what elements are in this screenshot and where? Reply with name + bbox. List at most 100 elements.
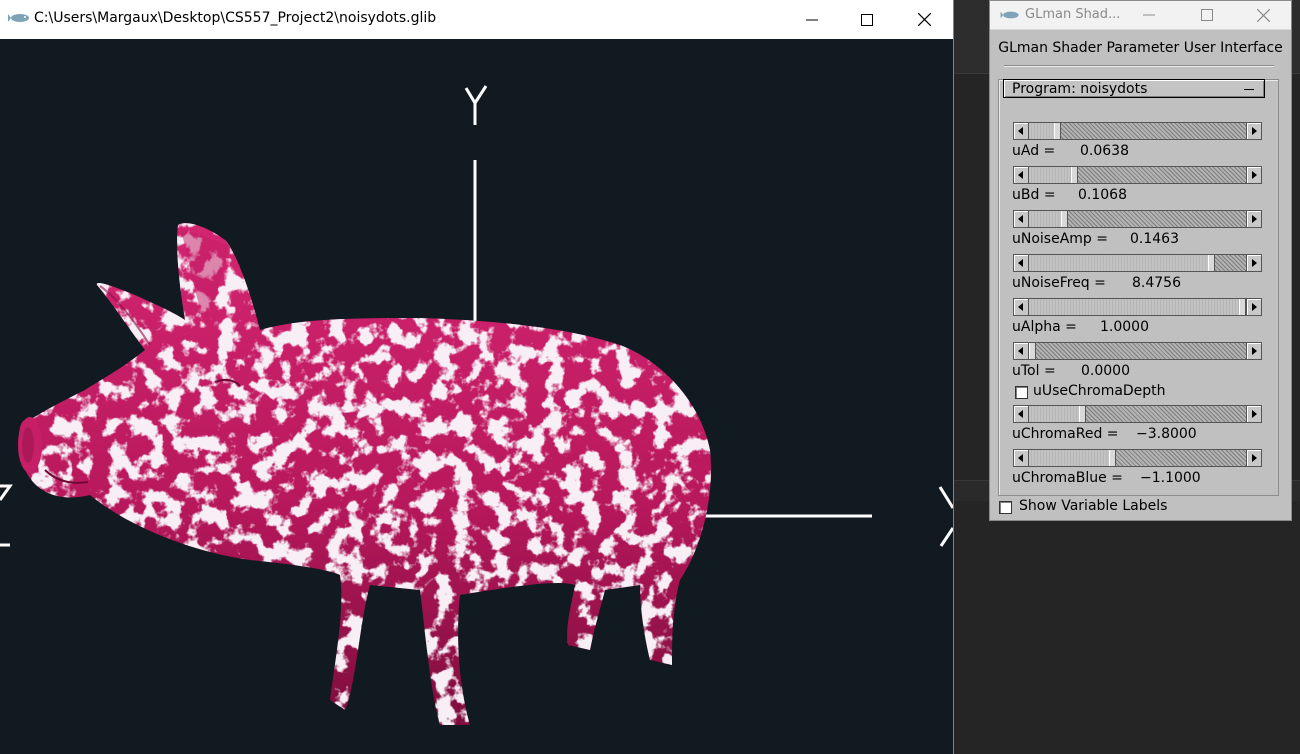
slider-uBd[interactable] [1013, 166, 1262, 184]
slider-uNoiseAmp[interactable] [1013, 210, 1262, 228]
param-label-uNoiseAmp: uNoiseAmp = 0.1463 [1012, 231, 1179, 247]
param-label-uBd: uBd = 0.1068 [1012, 187, 1127, 203]
y-axis-label [464, 85, 488, 125]
slider-track[interactable] [1029, 166, 1246, 184]
minimize-icon [1143, 14, 1155, 16]
param-equals: = [1091, 231, 1108, 247]
slider-track[interactable] [1029, 405, 1246, 423]
panel-minimize-button[interactable] [1124, 1, 1174, 29]
use-chroma-depth-checkbox[interactable] [1015, 386, 1028, 399]
slider-fill [1029, 299, 1239, 315]
slider-thumb[interactable] [1208, 255, 1215, 271]
slider-track[interactable] [1029, 122, 1246, 140]
slider-fill [1029, 167, 1071, 183]
param-value: −3.8000 [1136, 426, 1197, 442]
slider-uNoiseFreq[interactable] [1013, 254, 1262, 272]
param-value: 8.4756 [1132, 275, 1181, 291]
slider-thumb[interactable] [1239, 299, 1246, 315]
maximize-icon [861, 13, 873, 26]
panel-titlebar[interactable]: GLman Shad... [990, 1, 1291, 30]
slider-uAd[interactable] [1013, 122, 1262, 140]
slider-thumb[interactable] [1071, 167, 1078, 183]
panel-maximize-button[interactable] [1182, 1, 1232, 29]
slider-fill [1029, 123, 1054, 139]
slider-decrement-arrow-icon[interactable] [1013, 166, 1029, 184]
slider-thumb[interactable] [1061, 211, 1068, 227]
param-label-uNoiseFreq: uNoiseFreq = 8.4756 [1012, 275, 1181, 291]
glman-app-icon [8, 14, 29, 22]
param-name: uAd [1012, 143, 1040, 159]
slider-track[interactable] [1029, 298, 1246, 316]
minimize-icon [806, 19, 818, 20]
collapse-icon [1244, 89, 1254, 90]
slider-increment-arrow-icon[interactable] [1246, 449, 1262, 467]
window-title: C:\Users\Margaux\Desktop\CS557_Project2\… [34, 10, 437, 26]
param-value: −1.1000 [1140, 470, 1201, 486]
param-name: uChromaRed [1012, 426, 1103, 442]
slider-increment-arrow-icon[interactable] [1246, 254, 1262, 272]
maximize-icon [1201, 9, 1213, 21]
slider-increment-arrow-icon[interactable] [1246, 166, 1262, 184]
show-variable-labels-label: Show Variable Labels [1019, 498, 1168, 514]
slider-decrement-arrow-icon[interactable] [1013, 122, 1029, 140]
slider-decrement-arrow-icon[interactable] [1013, 298, 1029, 316]
slider-thumb[interactable] [1054, 123, 1061, 139]
slider-uAlpha[interactable] [1013, 298, 1262, 316]
x-axis-label [938, 486, 953, 547]
heading-separator [1004, 65, 1274, 67]
param-label-uChromaBlue: uChromaBlue = −1.1000 [1012, 470, 1201, 486]
show-variable-labels-checkbox[interactable] [999, 501, 1012, 514]
param-value: 0.0000 [1081, 363, 1130, 379]
slider-increment-arrow-icon[interactable] [1246, 122, 1262, 140]
slider-track[interactable] [1029, 210, 1246, 228]
slider-uTol[interactable] [1013, 342, 1262, 360]
panel-title: GLman Shad... [1025, 7, 1121, 22]
slider-track[interactable] [1029, 449, 1246, 467]
param-label-uChromaRed: uChromaRed = −3.8000 [1012, 426, 1197, 442]
param-name: uNoiseFreq [1012, 275, 1090, 291]
slider-thumb[interactable] [1029, 343, 1036, 359]
slider-fill [1029, 211, 1061, 227]
slider-increment-arrow-icon[interactable] [1246, 210, 1262, 228]
slider-uChromaBlue[interactable] [1013, 449, 1262, 467]
slider-increment-arrow-icon[interactable] [1246, 342, 1262, 360]
program-rollout-button[interactable]: Program: noisydots [1003, 79, 1265, 98]
slider-track[interactable] [1029, 342, 1246, 360]
slider-decrement-arrow-icon[interactable] [1013, 254, 1029, 272]
graphics-window: C:\Users\Margaux\Desktop\CS557_Project2\… [0, 0, 954, 754]
panel-close-button[interactable] [1238, 1, 1288, 29]
param-label-uAlpha: uAlpha = 1.0000 [1012, 319, 1149, 335]
slider-fill [1029, 255, 1208, 271]
close-icon [917, 13, 931, 26]
minimize-button[interactable] [785, 0, 839, 39]
close-button[interactable] [897, 0, 951, 39]
param-equals: = [1039, 363, 1056, 379]
param-equals: = [1039, 187, 1056, 203]
slider-thumb[interactable] [1079, 406, 1086, 422]
z-axis-label [0, 484, 13, 547]
close-icon [1256, 8, 1270, 22]
scene-render [0, 85, 953, 725]
maximize-button[interactable] [840, 0, 894, 39]
param-value: 0.0638 [1080, 143, 1129, 159]
graphics-window-titlebar[interactable]: C:\Users\Margaux\Desktop\CS557_Project2\… [0, 0, 953, 39]
param-name: uAlpha [1012, 319, 1061, 335]
slider-thumb[interactable] [1109, 450, 1116, 466]
param-equals: = [1102, 426, 1119, 442]
slider-uChromaRed[interactable] [1013, 405, 1262, 423]
slider-track[interactable] [1029, 254, 1246, 272]
slider-decrement-arrow-icon[interactable] [1013, 342, 1029, 360]
param-equals: = [1060, 319, 1077, 335]
slider-increment-arrow-icon[interactable] [1246, 298, 1262, 316]
param-value: 1.0000 [1100, 319, 1149, 335]
slider-decrement-arrow-icon[interactable] [1013, 405, 1029, 423]
param-name: uNoiseAmp [1012, 231, 1092, 247]
param-label-uAd: uAd = 0.0638 [1012, 143, 1129, 159]
param-value: 0.1463 [1130, 231, 1179, 247]
slider-increment-arrow-icon[interactable] [1246, 405, 1262, 423]
param-name: uBd [1012, 187, 1040, 203]
slider-decrement-arrow-icon[interactable] [1013, 449, 1029, 467]
param-name: uTol [1012, 363, 1040, 379]
slider-decrement-arrow-icon[interactable] [1013, 210, 1029, 228]
opengl-viewport[interactable] [0, 39, 953, 754]
